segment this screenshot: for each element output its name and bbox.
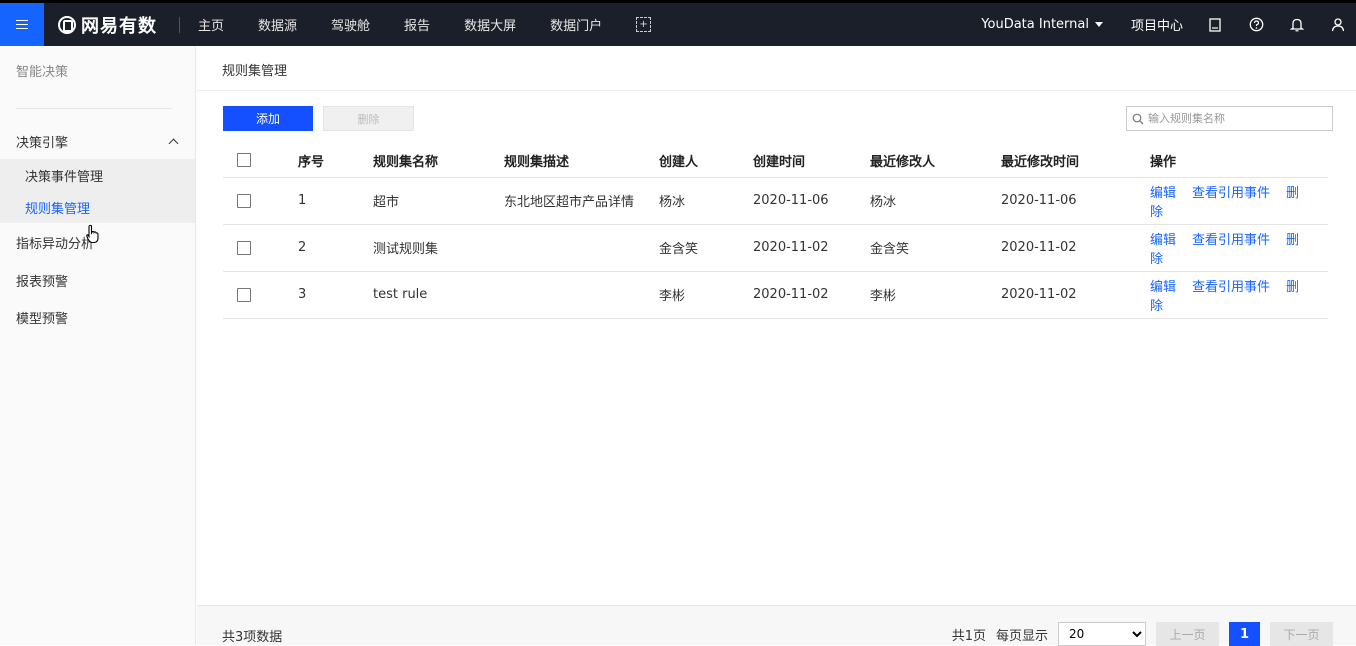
next-page-button[interactable]: 下一页 xyxy=(1270,622,1333,646)
edit-link[interactable]: 编辑 xyxy=(1150,280,1176,295)
expand-icon[interactable]: + xyxy=(636,17,652,32)
menu-icon[interactable] xyxy=(0,3,44,46)
sidebar-item-report-alert[interactable]: 报表预警 xyxy=(16,271,68,290)
cell-no: 3 xyxy=(298,271,373,319)
sidebar-item-model-alert[interactable]: 模型预警 xyxy=(16,308,68,327)
cell-name: test rule xyxy=(373,271,504,319)
cell-modifier: 杨冰 xyxy=(870,177,1001,225)
cell-created: 2020-11-02 xyxy=(753,271,870,319)
search-input[interactable] xyxy=(1148,112,1328,125)
sidebar-item-ruleset-management[interactable]: 规则集管理 xyxy=(0,191,195,223)
delete-button[interactable]: 删除 xyxy=(323,106,414,131)
table-row: 1 超市 东北地区超市产品详情 杨冰 2020-11-06 杨冰 2020-11… xyxy=(223,177,1328,225)
view-references-link[interactable]: 查看引用事件 xyxy=(1192,186,1270,201)
divider xyxy=(179,16,180,33)
cell-no: 1 xyxy=(298,177,373,225)
column-header: 规则集描述 xyxy=(504,144,659,178)
nav-report[interactable]: 报告 xyxy=(404,15,430,34)
prev-page-button[interactable]: 上一页 xyxy=(1156,622,1219,646)
per-page-label: 每页显示 xyxy=(995,628,1048,644)
logo-icon xyxy=(58,15,76,34)
workspace-selector[interactable]: YouData Internal xyxy=(981,17,1103,32)
view-references-link[interactable]: 查看引用事件 xyxy=(1192,280,1270,295)
nav-cockpit[interactable]: 驾驶舱 xyxy=(331,15,370,34)
cell-modified: 2020-11-02 xyxy=(1001,224,1150,272)
cell-modifier: 金含笑 xyxy=(870,224,1001,272)
caret-down-icon xyxy=(1094,22,1103,27)
sidebar-item-label: 规则集管理 xyxy=(25,201,91,217)
table-row: 3 test rule 李彬 2020-11-02 李彬 2020-11-02 … xyxy=(223,271,1328,319)
chevron-up-icon xyxy=(168,138,179,148)
cell-desc xyxy=(504,224,659,272)
sidebar-item-label: 决策事件管理 xyxy=(25,169,104,185)
total-pages: 共1页 xyxy=(951,628,986,644)
cell-desc xyxy=(504,271,659,319)
row-checkbox[interactable] xyxy=(237,240,251,255)
sidebar-item-metric-anomaly[interactable]: 指标异动分析 xyxy=(16,233,94,252)
cell-modified: 2020-11-02 xyxy=(1001,271,1150,319)
header-divider xyxy=(197,90,1356,91)
cell-created: 2020-11-02 xyxy=(753,224,870,272)
bell-icon[interactable] xyxy=(1289,17,1305,33)
table-row: 2 测试规则集 金含笑 2020-11-02 金含笑 2020-11-02 编辑… xyxy=(223,224,1328,272)
cell-ops: 编辑 查看引用事件 删除 xyxy=(1150,224,1328,272)
table-footer: 共3项数据 共1页 每页显示 20 上一页 1 下一页 xyxy=(197,605,1356,646)
sidebar-item-event-management[interactable]: 决策事件管理 xyxy=(0,159,195,191)
add-button[interactable]: 添加 xyxy=(223,106,313,131)
sidebar-group-label: 决策引擎 xyxy=(16,135,69,151)
search-icon xyxy=(1132,113,1144,124)
top-nav-bar: 网易有数 主页 数据源 驾驶舱 报告 数据大屏 数据门户 + YouData I… xyxy=(0,0,1356,46)
search-box[interactable] xyxy=(1126,106,1333,131)
cell-creator: 李彬 xyxy=(659,271,753,319)
main-content: 规则集管理 添加 删除 序号 规则集名称 规则集描述 创建人 创建时间 最近修改… xyxy=(197,46,1356,646)
column-header: 规则集名称 xyxy=(373,144,504,178)
column-header: 创建时间 xyxy=(753,144,870,178)
cell-creator: 金含笑 xyxy=(659,224,753,272)
column-header: 创建人 xyxy=(659,144,753,178)
view-references-link[interactable]: 查看引用事件 xyxy=(1192,233,1270,248)
column-header: 序号 xyxy=(298,144,373,178)
nav-home[interactable]: 主页 xyxy=(198,15,224,34)
row-checkbox[interactable] xyxy=(237,287,251,302)
row-checkbox[interactable] xyxy=(237,193,251,208)
brand-name: 网易有数 xyxy=(81,15,157,37)
cell-modifier: 李彬 xyxy=(870,271,1001,319)
sidebar-divider xyxy=(16,108,172,109)
cell-modified: 2020-11-06 xyxy=(1001,177,1150,225)
column-header: 操作 xyxy=(1150,144,1328,178)
project-center-link[interactable]: 项目中心 xyxy=(1131,15,1183,34)
cell-no: 2 xyxy=(298,224,373,272)
hand-cursor-icon xyxy=(86,224,99,244)
cell-name: 超市 xyxy=(373,177,504,225)
nav-datasource[interactable]: 数据源 xyxy=(258,15,297,34)
ruleset-table: 序号 规则集名称 规则集描述 创建人 创建时间 最近修改人 最近修改时间 操作 … xyxy=(223,144,1328,319)
cell-name: 测试规则集 xyxy=(373,224,504,272)
total-count: 共3项数据 xyxy=(222,630,283,645)
page-title: 规则集管理 xyxy=(222,64,288,79)
sidebar: 智能决策 决策引擎 决策事件管理 规则集管理 指标异动分析 报表预警 模型预警 xyxy=(0,46,196,645)
brand-logo[interactable]: 网易有数 xyxy=(58,12,157,38)
column-header: 最近修改人 xyxy=(870,144,1001,178)
column-header: 最近修改时间 xyxy=(1001,144,1150,178)
edit-link[interactable]: 编辑 xyxy=(1150,186,1176,201)
page-size-select[interactable]: 20 xyxy=(1058,622,1146,646)
sidebar-group-decision-engine[interactable]: 决策引擎 xyxy=(0,128,195,154)
help-icon[interactable] xyxy=(1248,17,1264,33)
book-icon[interactable] xyxy=(1207,17,1223,33)
workspace-name: YouData Internal xyxy=(981,17,1089,32)
select-all-checkbox[interactable] xyxy=(237,153,251,168)
cell-created: 2020-11-06 xyxy=(753,177,870,225)
table-header-row: 序号 规则集名称 规则集描述 创建人 创建时间 最近修改人 最近修改时间 操作 xyxy=(223,144,1328,178)
cell-ops: 编辑 查看引用事件 删除 xyxy=(1150,271,1328,319)
cell-ops: 编辑 查看引用事件 删除 xyxy=(1150,177,1328,225)
sidebar-title: 智能决策 xyxy=(16,65,69,80)
cell-creator: 杨冰 xyxy=(659,177,753,225)
cell-desc: 东北地区超市产品详情 xyxy=(504,177,659,225)
pagination: 共1页 每页显示 20 上一页 1 下一页 xyxy=(952,622,1333,646)
nav-data-portal[interactable]: 数据门户 xyxy=(550,15,602,34)
page-number-current[interactable]: 1 xyxy=(1229,622,1260,646)
user-icon[interactable] xyxy=(1330,17,1346,33)
nav-big-screen[interactable]: 数据大屏 xyxy=(464,15,516,34)
edit-link[interactable]: 编辑 xyxy=(1150,233,1176,248)
